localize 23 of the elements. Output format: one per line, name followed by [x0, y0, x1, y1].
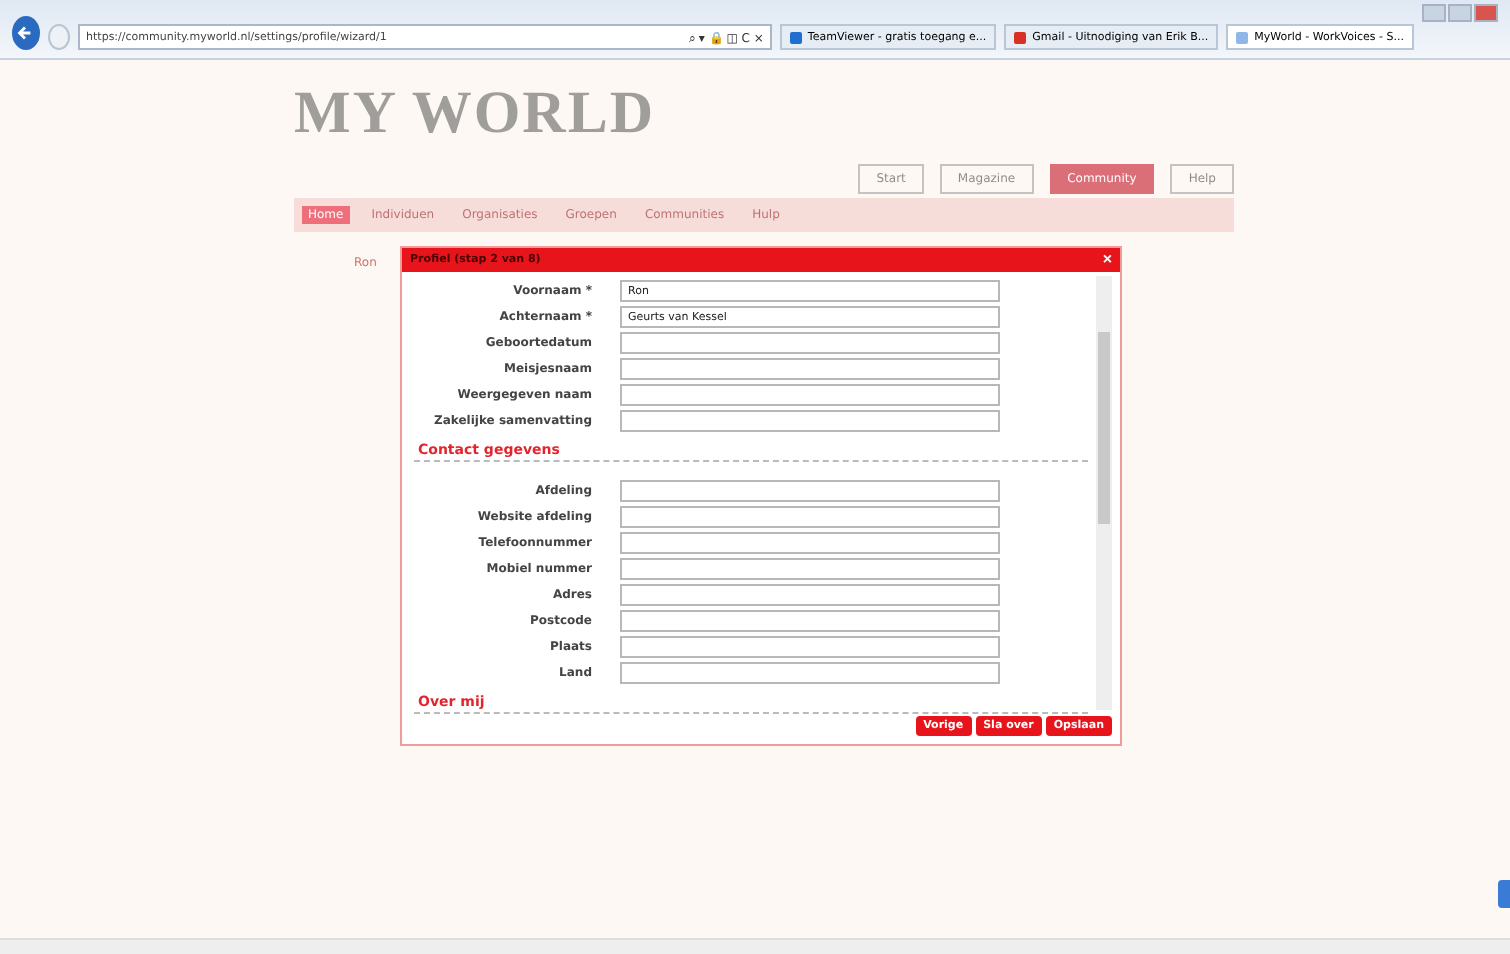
input-field[interactable] [620, 662, 1000, 684]
site-logo: MY WORLD [294, 80, 655, 148]
close-button[interactable]: × [1102, 252, 1112, 268]
input-field[interactable] [620, 480, 1000, 502]
horizontal-scrollbar[interactable] [0, 938, 1510, 954]
input-field[interactable] [620, 358, 1000, 380]
input-field[interactable] [620, 558, 1000, 580]
input-field[interactable] [620, 636, 1000, 658]
input-field[interactable] [620, 332, 1000, 354]
back-button[interactable] [12, 16, 40, 50]
input-field[interactable] [620, 532, 1000, 554]
input-field[interactable] [620, 506, 1000, 528]
input-field[interactable] [620, 584, 1000, 606]
input-field[interactable] [620, 410, 1000, 432]
minimize-button[interactable] [1422, 4, 1446, 22]
input-field[interactable] [620, 384, 1000, 406]
side-tab-icon[interactable] [1498, 880, 1510, 908]
forward-button[interactable] [47, 24, 71, 50]
maximize-button[interactable] [1448, 4, 1472, 22]
close-window-button[interactable] [1474, 4, 1498, 22]
input-field[interactable] [620, 610, 1000, 632]
back-arrow-icon [16, 24, 35, 42]
scrollbar[interactable] [1096, 276, 1112, 710]
